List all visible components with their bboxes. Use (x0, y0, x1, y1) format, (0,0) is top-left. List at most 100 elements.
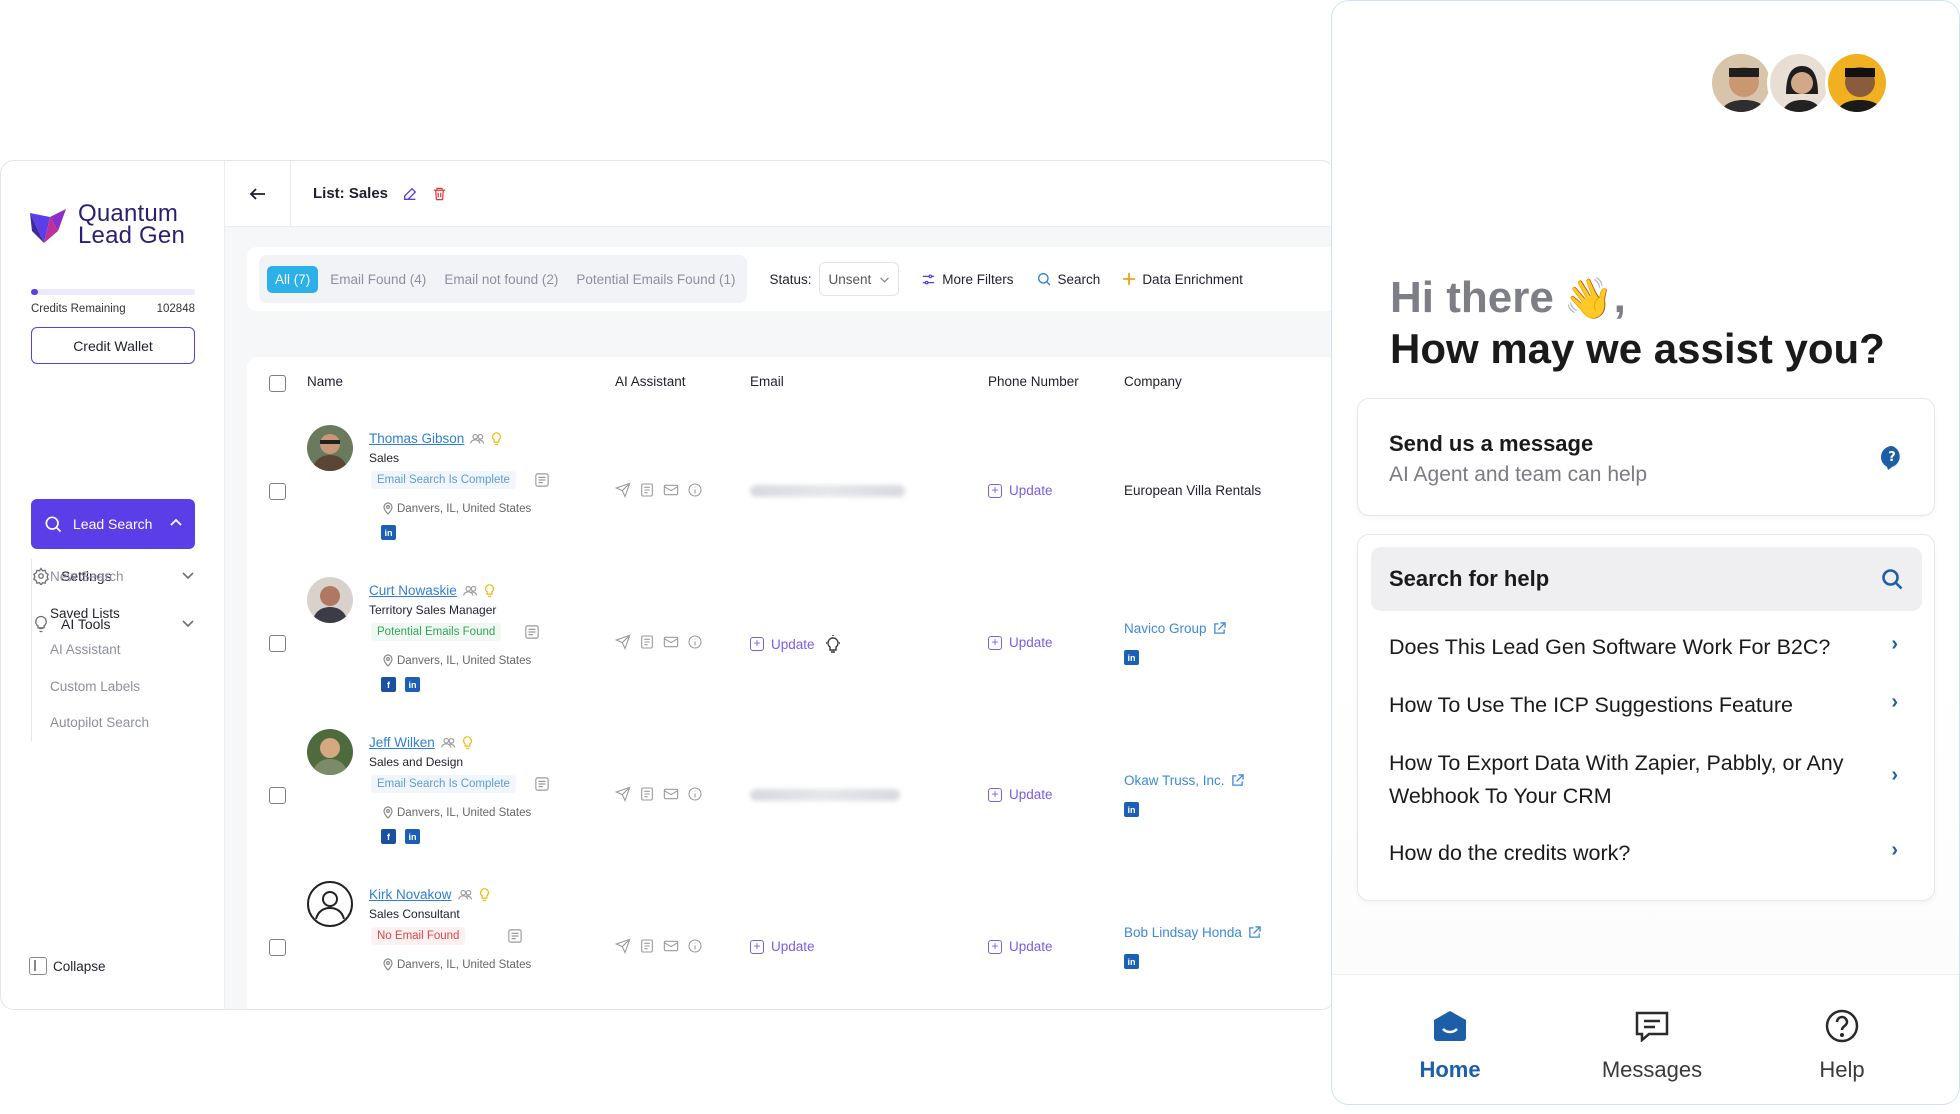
avatar[interactable] (307, 729, 353, 775)
linkedin-icon[interactable]: in (1124, 954, 1139, 969)
people-icon (470, 433, 485, 445)
lead-name-link[interactable]: Kirk Novakow (369, 887, 490, 902)
send-icon[interactable] (615, 634, 631, 650)
app-window: Quantum Lead Gen Credits Remaining 10284… (0, 160, 1335, 1010)
plus-box-icon: + (750, 939, 764, 954)
note-icon[interactable] (508, 929, 522, 943)
mail-icon[interactable] (663, 786, 679, 802)
info-icon[interactable] (687, 938, 703, 954)
facebook-icon[interactable]: f (381, 677, 396, 692)
avatar[interactable] (307, 425, 353, 471)
lead-name-link[interactable]: Curt Nowaskie (369, 583, 495, 598)
mail-icon[interactable] (663, 634, 679, 650)
location-pin-icon (383, 958, 393, 971)
sidebar-item-lead-search[interactable]: Lead Search (31, 499, 195, 549)
nav-messages[interactable]: Messages (1592, 1005, 1712, 1083)
credit-wallet-button[interactable]: Credit Wallet (31, 327, 195, 364)
plus-box-icon: + (988, 635, 1002, 650)
data-enrichment-button[interactable]: Data Enrichment (1122, 272, 1243, 287)
sidebar-subitem-autopilot-search[interactable]: Autopilot Search (32, 705, 195, 742)
send-message-card[interactable]: Send us a message AI Agent and team can … (1357, 398, 1935, 516)
linkedin-icon[interactable]: in (1124, 802, 1139, 817)
lead-search-submenu: New Search Saved Lists AI Assistant Cust… (31, 559, 195, 742)
info-icon[interactable] (687, 786, 703, 802)
note-icon[interactable] (535, 473, 549, 487)
note-icon[interactable] (525, 625, 539, 639)
document-icon[interactable] (639, 938, 655, 954)
company-link[interactable]: Okaw Truss, Inc. (1124, 773, 1244, 788)
chevron-up-icon (169, 516, 183, 533)
sidebar-subitem-ai-assistant[interactable]: AI Assistant (32, 632, 195, 669)
tab-email-not-found[interactable]: Email not found (2) (444, 272, 558, 287)
avatar[interactable] (307, 577, 353, 623)
tab-email-found[interactable]: Email Found (4) (330, 272, 426, 287)
search-button[interactable]: Search (1036, 271, 1100, 287)
nav-home[interactable]: Home (1400, 1005, 1500, 1083)
linkedin-icon[interactable]: in (405, 677, 420, 692)
note-icon[interactable] (535, 777, 549, 791)
credits-progress-bar (31, 289, 195, 295)
send-icon[interactable] (615, 482, 631, 498)
faq-item[interactable]: Does This Lead Gen Software Work For B2C… (1389, 631, 1909, 664)
arrow-left-icon (249, 187, 265, 200)
row-checkbox[interactable] (269, 939, 286, 956)
phone-update-button[interactable]: + Update (988, 939, 1053, 954)
email-value-redacted (750, 789, 900, 801)
send-icon[interactable] (615, 786, 631, 802)
info-icon[interactable] (687, 482, 703, 498)
status-badge: Email Search Is Complete (371, 775, 516, 793)
document-icon[interactable] (639, 482, 655, 498)
row-checkbox[interactable] (269, 483, 286, 500)
email-update-button[interactable]: + Update (750, 939, 815, 954)
send-icon[interactable] (615, 938, 631, 954)
more-filters-button[interactable]: More Filters (921, 272, 1014, 287)
phone-update-button[interactable]: + Update (988, 635, 1053, 650)
info-icon[interactable] (687, 634, 703, 650)
sliders-icon (921, 272, 936, 287)
facebook-icon[interactable]: f (381, 829, 396, 844)
sidebar-subitem-custom-labels[interactable]: Custom Labels (32, 669, 195, 706)
leads-table: Name AI Assistant Email Phone Number Com… (247, 357, 1334, 1009)
ai-assistant-actions (615, 634, 711, 650)
company-link[interactable]: Bob Lindsay Honda (1124, 925, 1261, 940)
column-company: Company (1124, 374, 1182, 389)
company-link[interactable]: Navico Group (1124, 621, 1226, 636)
lightbulb-sparkle-icon[interactable] (825, 635, 841, 653)
tab-potential-emails-found[interactable]: Potential Emails Found (1) (576, 272, 735, 287)
mail-icon[interactable] (663, 938, 679, 954)
document-icon[interactable] (639, 786, 655, 802)
sidebar-subitem-saved-lists[interactable]: Saved Lists (32, 596, 195, 633)
faq-item[interactable]: How do the credits work? (1389, 837, 1909, 870)
phone-update-button[interactable]: + Update (988, 483, 1053, 498)
chat-icon (1635, 1005, 1669, 1047)
people-icon (462, 585, 478, 597)
lead-name-link[interactable]: Thomas Gibson (369, 431, 502, 446)
document-icon[interactable] (639, 634, 655, 650)
column-email: Email (750, 374, 784, 389)
select-all-checkbox[interactable] (269, 375, 286, 392)
faq-item[interactable]: How To Use The ICP Suggestions Feature (1389, 689, 1909, 722)
mail-icon[interactable] (663, 482, 679, 498)
linkedin-icon[interactable]: in (381, 525, 396, 540)
avatar-placeholder[interactable] (307, 881, 353, 927)
collapse-button[interactable]: Collapse (29, 957, 106, 975)
linkedin-icon[interactable]: in (1124, 650, 1139, 665)
back-button[interactable] (225, 161, 291, 227)
lead-name-link[interactable]: Jeff Wilken (369, 735, 473, 750)
row-checkbox[interactable] (269, 787, 286, 804)
delete-button[interactable] (432, 186, 447, 202)
logo[interactable]: Quantum Lead Gen (28, 202, 185, 248)
row-checkbox[interactable] (269, 635, 286, 652)
nav-help[interactable]: Help (1802, 1005, 1882, 1083)
edit-button[interactable] (402, 186, 418, 202)
linkedin-icon[interactable]: in (405, 829, 420, 844)
sidebar-subitem-new-search[interactable]: New Search (32, 559, 195, 596)
tab-all[interactable]: All (7) (267, 265, 319, 293)
faq-item[interactable]: How To Export Data With Zapier, Pabbly, … (1389, 747, 1909, 813)
search-help-input[interactable]: Search for help (1371, 547, 1922, 611)
lightbulb-icon (479, 887, 490, 902)
phone-update-button[interactable]: + Update (988, 787, 1053, 802)
status-select[interactable]: Unsent (819, 262, 900, 296)
email-update-button[interactable]: + Update (750, 635, 841, 653)
company-name: European Villa Rentals (1124, 483, 1262, 498)
